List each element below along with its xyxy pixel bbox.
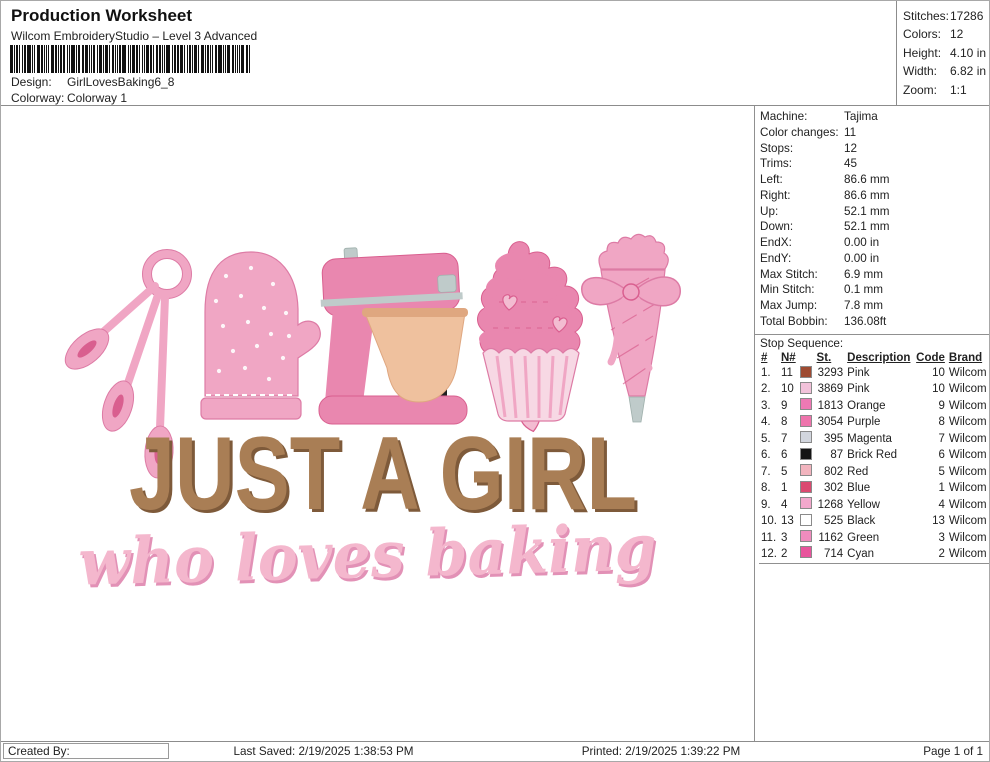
column-header: St. — [815, 351, 846, 366]
stop-sequence-row: 2.103869Pink10Wilcom — [759, 382, 989, 398]
stop-sequence-row: 8.1302Blue1Wilcom — [759, 481, 989, 497]
stop-sequence-row: 5.7395Magenta7Wilcom — [759, 431, 989, 447]
design-name-row: Design:GirlLovesBaking6_8 — [11, 75, 174, 89]
machine-info-row: Total Bobbin:136.08ft — [760, 314, 989, 330]
stop-sequence-row: 3.91813Orange9Wilcom — [759, 398, 989, 414]
stat-row: Width:6.82 in — [897, 62, 989, 80]
stop-sequence-title: Stop Sequence: — [755, 335, 989, 351]
stop-sequence-header-row: #N# St.DescriptionCodeBrand — [759, 351, 989, 366]
stats-list: Stitches:17286Colors:12Height:4.10 inWid… — [897, 7, 989, 99]
stop-sequence-row: 11.31162Green3Wilcom — [759, 530, 989, 546]
column-header — [798, 351, 814, 366]
stop-sequence-table: #N# St.DescriptionCodeBrand 1.113293Pink1… — [759, 351, 989, 564]
column-header: # — [759, 351, 779, 366]
machine-info-row: EndY:0.00 in — [760, 251, 989, 267]
svg-text:who loves baking: who loves baking — [78, 511, 658, 601]
design-value: GirlLovesBaking6_8 — [67, 75, 174, 89]
stat-row: Stitches:17286 — [897, 7, 989, 25]
machine-info-row: Max Jump:7.8 mm — [760, 298, 989, 314]
colorway-label: Colorway: — [11, 91, 67, 105]
stop-sequence-row: 4.83054Purple8Wilcom — [759, 415, 989, 431]
barcode-image — [10, 45, 258, 73]
stat-row: Zoom:1:1 — [897, 81, 989, 99]
machine-info-row: Max Stitch:6.9 mm — [760, 267, 989, 283]
machine-info-row: EndX:0.00 in — [760, 235, 989, 251]
thread-color-swatch — [800, 382, 812, 394]
design-preview: JUST A GIRL JUST A GIRL who loves baking… — [1, 106, 754, 741]
thread-color-swatch — [800, 530, 812, 542]
stop-sequence-row: 9.41268Yellow4Wilcom — [759, 497, 989, 513]
header: Production Worksheet Wilcom EmbroiderySt… — [1, 1, 989, 106]
piping-bag-art — [582, 234, 681, 422]
machine-info-row: Down:52.1 mm — [760, 219, 989, 235]
cupcake-art — [478, 242, 583, 434]
thread-color-swatch — [800, 366, 812, 378]
stat-row: Colors:12 — [897, 25, 989, 43]
stand-mixer-art — [318, 242, 468, 424]
machine-info-row: Min Stitch:0.1 mm — [760, 282, 989, 298]
stop-sequence-row: 7.5802Red5Wilcom — [759, 464, 989, 480]
colorway-value: Colorway 1 — [67, 91, 127, 105]
software-subtitle: Wilcom EmbroideryStudio – Level 3 Advanc… — [11, 29, 257, 43]
machine-info-panel: Machine:TajimaColor changes:11Stops:12Tr… — [754, 106, 989, 741]
machine-info-row: Trims:45 — [760, 156, 989, 172]
machine-info-row: Machine:Tajima — [760, 109, 989, 125]
stop-sequence-row: 10.13525Black13Wilcom — [759, 514, 989, 530]
colorway-row: Colorway:Colorway 1 — [11, 91, 127, 105]
design-text-script: who loves baking who loves baking — [78, 510, 660, 603]
column-header: Code — [914, 351, 947, 366]
thread-color-swatch — [800, 546, 812, 558]
machine-info-row: Up:52.1 mm — [760, 204, 989, 220]
column-header: Brand — [947, 351, 989, 366]
thread-color-swatch — [800, 431, 812, 443]
stop-sequence-row: 1.113293Pink10Wilcom — [759, 366, 989, 382]
created-by-field: Created By: — [3, 743, 169, 759]
last-saved-text: Last Saved: 2/19/2025 1:38:53 PM — [171, 745, 476, 758]
printed-text: Printed: 2/19/2025 1:39:22 PM — [511, 745, 811, 758]
thread-color-swatch — [800, 514, 812, 526]
machine-info-row: Left:86.6 mm — [760, 172, 989, 188]
thread-color-swatch — [800, 497, 812, 509]
stats-panel: Stitches:17286Colors:12Height:4.10 inWid… — [896, 1, 989, 105]
thread-color-swatch — [800, 481, 812, 493]
thread-color-swatch — [800, 464, 812, 476]
machine-info-row: Right:86.6 mm — [760, 188, 989, 204]
machine-info-row: Color changes:11 — [760, 125, 989, 141]
column-header: Description — [845, 351, 914, 366]
column-header: N# — [779, 351, 798, 366]
page-title: Production Worksheet — [11, 6, 192, 26]
stat-row: Height:4.10 in — [897, 44, 989, 62]
machine-info-row: Stops:12 — [760, 141, 989, 157]
thread-color-swatch — [800, 448, 812, 460]
thread-color-swatch — [800, 415, 812, 427]
production-worksheet-page: Production Worksheet Wilcom EmbroiderySt… — [0, 0, 990, 762]
thread-color-swatch — [800, 398, 812, 410]
oven-mitt-art — [201, 252, 320, 419]
machine-info-list: Machine:TajimaColor changes:11Stops:12Tr… — [755, 106, 989, 332]
stop-sequence-row: 12.2714Cyan2Wilcom — [759, 546, 989, 563]
page-number: Page 1 of 1 — [923, 745, 983, 758]
footer: Created By: Last Saved: 2/19/2025 1:38:5… — [1, 741, 989, 762]
design-label: Design: — [11, 75, 67, 89]
stop-sequence-row: 6.687Brick Red6Wilcom — [759, 448, 989, 464]
